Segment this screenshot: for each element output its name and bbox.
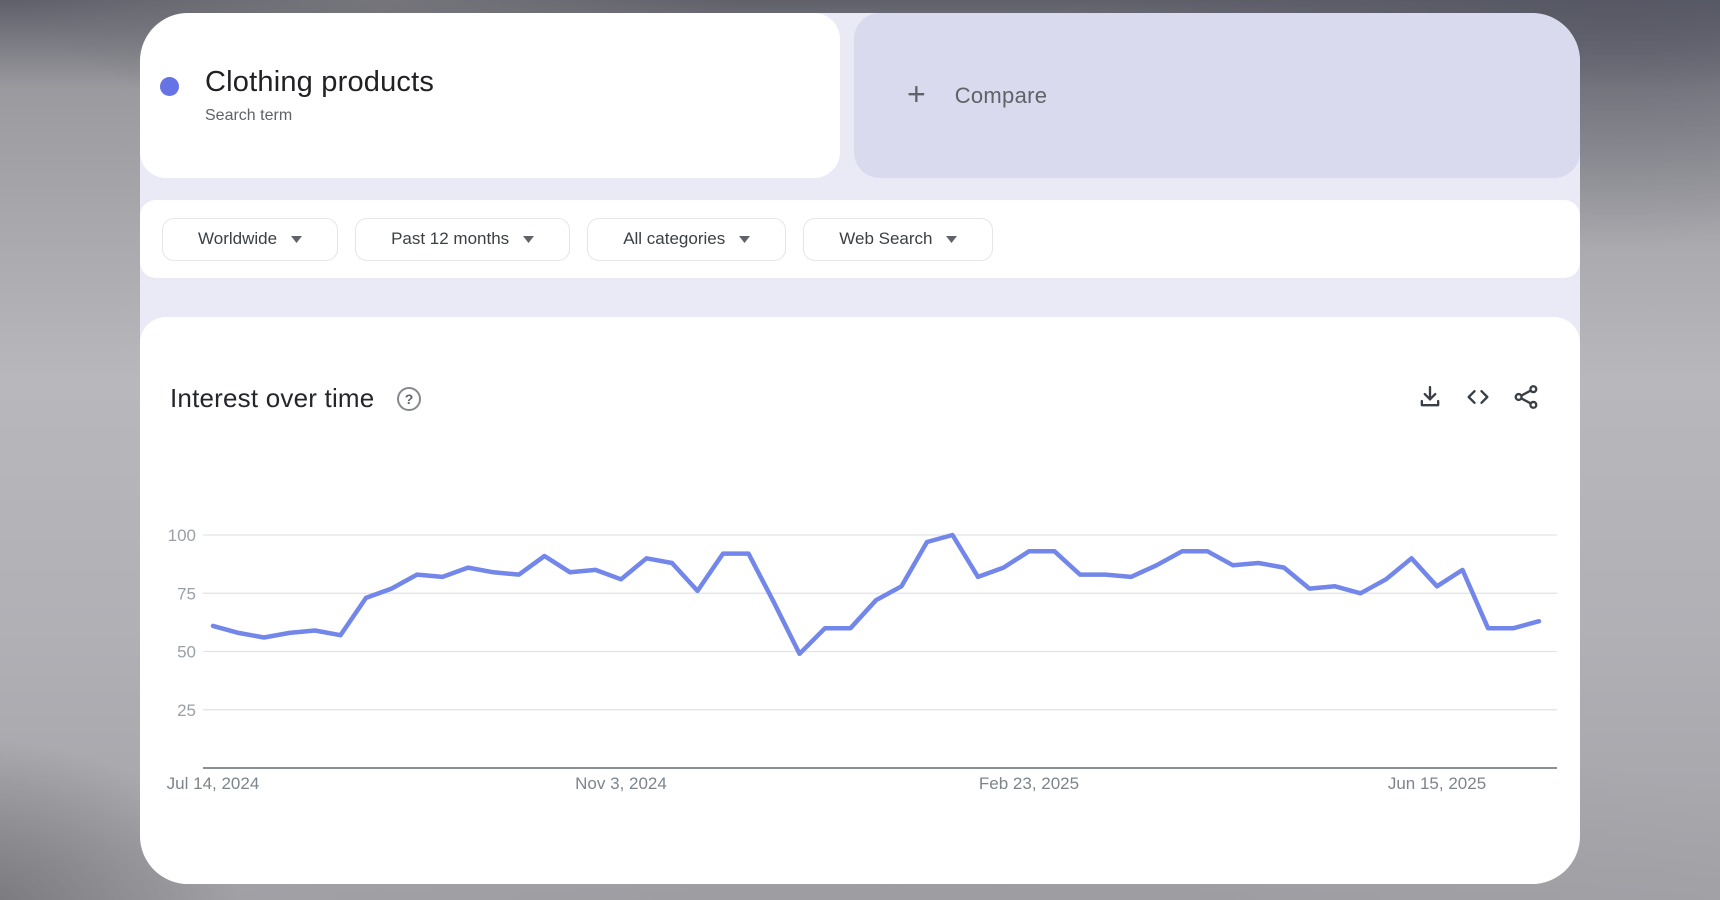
series-color-dot xyxy=(160,77,179,96)
svg-text:Feb 23, 2025: Feb 23, 2025 xyxy=(979,774,1079,793)
interest-line-chart[interactable]: 100 75 50 25 Jul 14, 2024 Nov 3, 2024 Feb 23, … xyxy=(140,317,1580,884)
svg-text:Jul 14, 2024: Jul 14, 2024 xyxy=(167,774,260,793)
chevron-down-icon xyxy=(523,235,535,243)
compare-label: Compare xyxy=(954,82,1048,108)
filter-chip-region-label: Worldwide xyxy=(198,229,278,248)
chevron-down-icon xyxy=(291,235,303,243)
search-term-text: Clothing products Search term xyxy=(205,66,434,125)
svg-text:Nov 3, 2024: Nov 3, 2024 xyxy=(575,774,667,793)
svg-text:75: 75 xyxy=(177,584,196,603)
search-term-subtitle: Search term xyxy=(205,107,293,124)
filter-chip-time-label: Past 12 months xyxy=(391,229,510,248)
plus-icon: + xyxy=(907,76,926,112)
filter-chip-search-type-label: Web Search xyxy=(839,229,933,248)
svg-text:100: 100 xyxy=(168,526,196,545)
interest-over-time-widget: Interest over time ? 100 75 50 25 Jul 14… xyxy=(140,317,1580,884)
chevron-down-icon xyxy=(739,235,751,243)
chevron-down-icon xyxy=(946,235,958,243)
svg-text:Jun 15, 2025: Jun 15, 2025 xyxy=(1388,774,1486,793)
search-term-card[interactable]: Clothing products Search term xyxy=(140,13,840,178)
svg-text:25: 25 xyxy=(177,701,196,720)
filter-chip-time[interactable]: Past 12 months xyxy=(355,217,571,261)
filter-bar: Worldwide Past 12 months All categories … xyxy=(140,200,1580,278)
filter-chip-region[interactable]: Worldwide xyxy=(162,217,339,261)
filter-chip-category[interactable]: All categories xyxy=(587,217,787,261)
filter-chip-category-label: All categories xyxy=(623,229,726,248)
trends-explore-panel: Clothing products Search term + Compare … xyxy=(140,13,1580,884)
blurred-backdrop: Clothing products Search term + Compare … xyxy=(0,0,1720,900)
svg-text:50: 50 xyxy=(177,643,196,662)
compare-card[interactable]: + Compare xyxy=(854,13,1580,178)
filter-chip-search-type[interactable]: Web Search xyxy=(803,217,994,261)
search-term-title: Clothing products xyxy=(205,66,435,98)
